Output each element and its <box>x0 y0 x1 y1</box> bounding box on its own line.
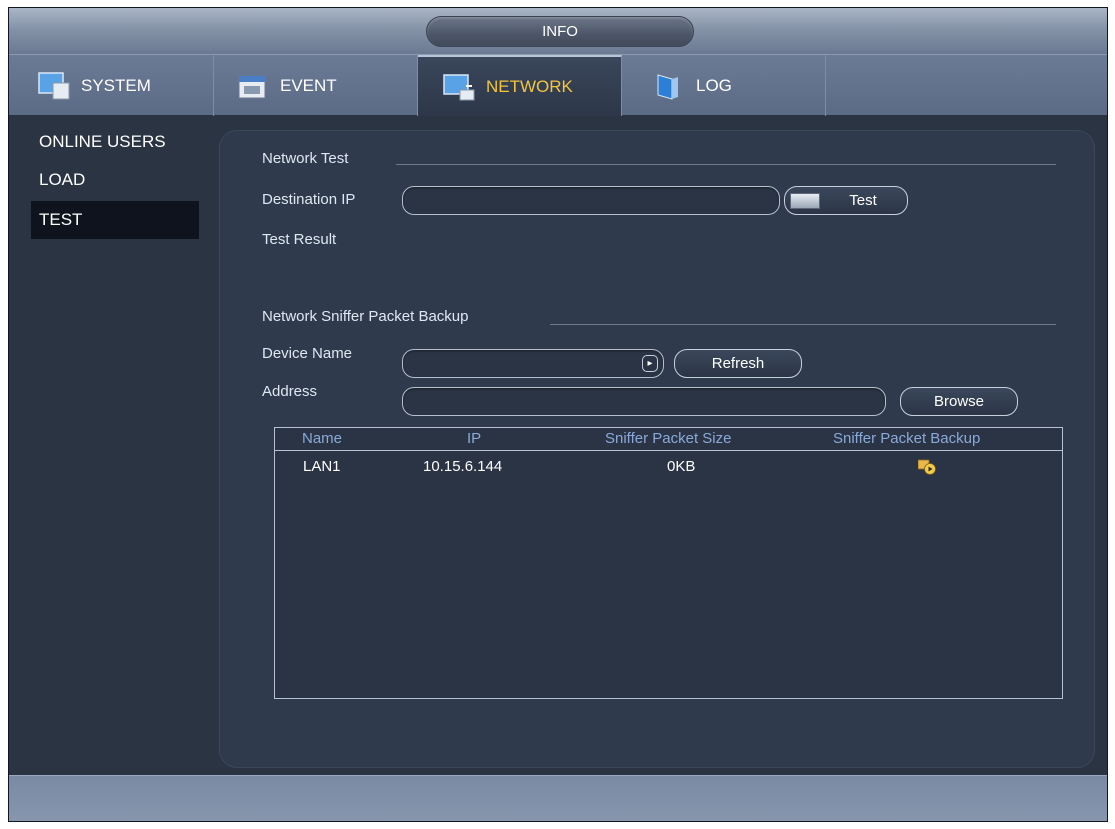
system-icon <box>37 71 71 101</box>
device-name-label: Device Name <box>262 345 353 362</box>
content-panel: Network Test Destination IP Test Test Re… <box>219 130 1095 768</box>
chevron-down-icon[interactable]: ▸ <box>642 355 658 372</box>
tab-event[interactable]: EVENT <box>214 55 418 116</box>
device-name-select[interactable]: ▸ <box>402 349 664 378</box>
sidebar-item-test[interactable]: TEST <box>31 201 199 239</box>
status-bar <box>9 775 1107 821</box>
window-title: INFO <box>426 16 694 47</box>
tab-network[interactable]: NETWORK <box>418 55 622 116</box>
refresh-button[interactable]: Refresh <box>674 349 802 378</box>
title-bar: INFO <box>9 8 1107 54</box>
row-ip: 10.15.6.144 <box>423 458 503 475</box>
address-label: Address <box>262 383 318 400</box>
backup-play-icon[interactable] <box>917 459 936 479</box>
column-header-ip: IP <box>467 430 482 447</box>
log-icon <box>652 71 686 101</box>
row-size: 0KB <box>667 458 696 475</box>
browse-button[interactable]: Browse <box>900 387 1018 416</box>
tab-network-label: NETWORK <box>486 76 573 96</box>
sidebar-item-online-users[interactable]: ONLINE USERS <box>31 123 199 161</box>
test-button-label: Test <box>849 192 877 209</box>
column-header-backup: Sniffer Packet Backup <box>833 430 981 447</box>
network-icon <box>442 72 476 102</box>
sidebar-item-load[interactable]: LOAD <box>31 161 199 199</box>
keyboard-icon <box>790 193 820 209</box>
row-name: LAN1 <box>303 458 341 475</box>
event-icon <box>236 71 270 101</box>
app-window: INFO SYSTEM EVENT NETWORK LOG ONLINE USE… <box>8 7 1108 822</box>
tab-log-label: LOG <box>696 75 732 95</box>
column-header-name: Name <box>302 430 343 447</box>
destination-ip-input[interactable] <box>402 186 780 215</box>
sidebar: ONLINE USERS LOAD TEST <box>9 115 209 775</box>
tab-event-label: EVENT <box>280 75 337 95</box>
table-header: Name IP Sniffer Packet Size Sniffer Pack… <box>275 428 1062 451</box>
destination-ip-label: Destination IP <box>262 191 356 208</box>
network-test-title: Network Test <box>262 150 349 167</box>
sniffer-section-title: Network Sniffer Packet Backup <box>262 308 469 325</box>
divider <box>550 324 1056 325</box>
address-input[interactable] <box>402 387 886 416</box>
tab-system[interactable]: SYSTEM <box>9 55 214 116</box>
column-header-size: Sniffer Packet Size <box>605 430 732 447</box>
divider <box>396 164 1056 165</box>
test-result-label: Test Result <box>262 231 337 248</box>
test-button[interactable]: Test <box>784 186 908 215</box>
tab-system-label: SYSTEM <box>81 75 151 95</box>
tab-log[interactable]: LOG <box>622 55 826 116</box>
tab-bar: SYSTEM EVENT NETWORK LOG <box>9 54 1107 116</box>
sniffer-table: Name IP Sniffer Packet Size Sniffer Pack… <box>274 427 1063 699</box>
